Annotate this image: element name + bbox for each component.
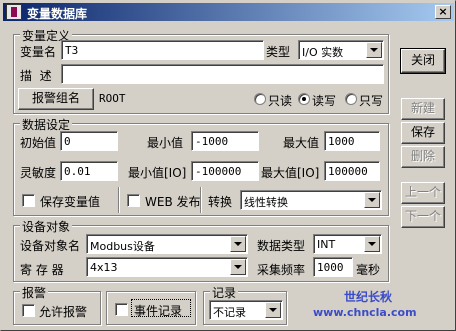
init-value-label: 初始值 [20, 136, 57, 150]
access-readwrite-radio[interactable] [298, 93, 310, 105]
chevron-down-icon[interactable] [230, 236, 246, 252]
chevron-down-icon[interactable] [364, 192, 380, 208]
freq-input[interactable]: 1000 [313, 257, 353, 277]
alarm-group-title: 报警 [20, 284, 49, 301]
data-type-value: INT [317, 238, 336, 251]
min-value-input[interactable]: -1000 [191, 131, 259, 151]
max-value-label: 最大值 [283, 136, 320, 150]
chevron-down-icon[interactable] [230, 259, 246, 275]
register-select[interactable]: 4x13 [86, 257, 248, 277]
register-label: 寄 存 器 [20, 263, 64, 277]
type-select[interactable]: I/O 实数 [298, 40, 384, 60]
desc-input[interactable] [61, 64, 384, 84]
data-type-select[interactable]: INT [313, 234, 382, 254]
type-select-value: I/O 实数 [302, 46, 344, 59]
allow-alarm-checkbox[interactable] [22, 304, 35, 317]
alarm-group-value: ROOT [99, 92, 126, 105]
type-label: 类型 [266, 45, 291, 59]
convert-label: 转换 [208, 195, 233, 209]
save-var-label: 保存变量值 [40, 195, 101, 209]
save-var-checkbox[interactable] [22, 194, 35, 207]
window-close-button[interactable]: × [435, 5, 451, 19]
sensitivity-input[interactable]: 0.01 [60, 161, 118, 181]
freq-label: 采集频率 [257, 263, 306, 277]
variable-database-window: 变量数据库 × 变量定义 变量名 T3 类型 I/O 实数 描 述 报警组名 R… [0, 0, 456, 331]
close-button[interactable]: 关闭 [400, 48, 446, 74]
var-name-label: 变量名 [20, 45, 57, 59]
convert-select[interactable]: 线性转换 [240, 190, 382, 210]
init-value-input[interactable]: 0 [60, 131, 118, 151]
data-type-label: 数据类型 [257, 239, 306, 253]
new-button[interactable]: 新建 [401, 98, 445, 120]
chevron-down-icon[interactable] [265, 302, 281, 318]
alarm-group-button[interactable]: 报警组名 [18, 88, 94, 110]
save-button[interactable]: 保存 [401, 122, 445, 144]
record-group-title: 记录 [210, 284, 239, 301]
watermark-brand: 世纪长秋 [344, 290, 393, 304]
access-readwrite-label: 读写 [312, 94, 337, 108]
web-publish-label: WEB 发布 [145, 195, 201, 209]
allow-alarm-label: 允许报警 [39, 305, 88, 319]
access-readonly-radio[interactable] [254, 93, 266, 105]
alarm-group: 报警 允许报警 [13, 284, 101, 325]
device-object-title: 设备对象 [20, 218, 73, 235]
access-writeonly-radio[interactable] [345, 93, 357, 105]
max-io-input[interactable]: 100000 [324, 161, 380, 181]
record-select[interactable]: 不记录 [209, 300, 283, 320]
device-object-group: 设备对象 设备对象名 Modbus设备 数据类型 INT 寄 存 器 4x13 … [13, 218, 389, 282]
event-group: 事件记录 [106, 291, 196, 325]
device-name-value: Modbus设备 [90, 240, 155, 253]
record-select-value: 不记录 [213, 306, 246, 319]
next-button[interactable]: 下一个 [401, 206, 445, 228]
title-bar: 变量数据库 × [3, 3, 454, 21]
event-record-label[interactable]: 事件记录 [134, 302, 182, 319]
min-io-input[interactable]: -100000 [191, 161, 259, 181]
data-divider-1 [118, 187, 120, 213]
chevron-down-icon[interactable] [364, 236, 380, 252]
chevron-down-icon[interactable] [366, 42, 382, 58]
device-name-label: 设备对象名 [20, 239, 81, 253]
min-value-label: 最小值 [147, 136, 184, 150]
max-io-label: 最大值[IO] [261, 166, 320, 180]
delete-button[interactable]: 删除 [401, 146, 445, 168]
sensitivity-label: 灵敏度 [20, 166, 57, 180]
access-readonly-label: 只读 [268, 94, 293, 108]
min-io-label: 最小值[IO] [128, 166, 187, 180]
data-settings-group: 数据设定 初始值 0 最小值 -1000 最大值 1000 灵敏度 0.01 最… [13, 116, 389, 216]
record-group: 记录 不记录 [203, 284, 287, 325]
prev-button[interactable]: 上一个 [401, 182, 445, 204]
register-value: 4x13 [90, 261, 118, 274]
freq-unit: 毫秒 [356, 263, 381, 277]
access-writeonly-label: 只写 [359, 94, 384, 108]
app-icon [6, 4, 22, 20]
window-title: 变量数据库 [27, 7, 88, 21]
desc-label: 描 述 [20, 69, 52, 83]
variable-definition-group: 变量定义 变量名 T3 类型 I/O 实数 描 述 报警组名 ROOT 只读 读… [13, 27, 389, 114]
max-value-input[interactable]: 1000 [324, 131, 380, 151]
device-name-select[interactable]: Modbus设备 [86, 234, 248, 254]
event-record-checkbox[interactable] [115, 303, 128, 316]
data-divider-2 [200, 187, 202, 213]
var-name-input[interactable]: T3 [61, 40, 264, 60]
watermark-url: www.chncla.com [313, 306, 417, 319]
convert-select-value: 线性转换 [244, 196, 288, 209]
web-publish-checkbox[interactable] [127, 194, 140, 207]
